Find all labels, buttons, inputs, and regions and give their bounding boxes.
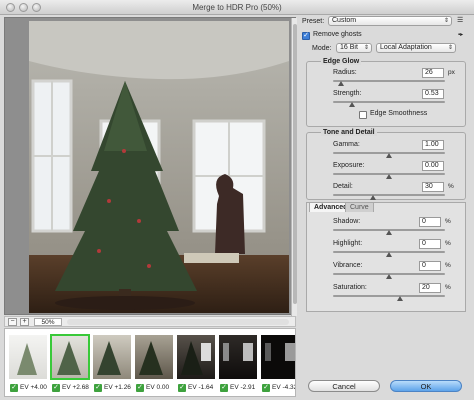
highlight-unit: % <box>445 240 451 247</box>
minimize-window-icon[interactable] <box>19 3 28 12</box>
strength-label: Strength: <box>333 90 362 97</box>
settings-menu-icon[interactable]: ▪▸ <box>458 31 463 38</box>
zoom-out-button[interactable]: − <box>8 318 17 326</box>
detail-slider-track[interactable] <box>333 194 445 196</box>
ev-label: EV +1.26 <box>104 384 131 391</box>
source-thumbnail-selected[interactable]: ✓ EV +2.68 <box>50 333 90 395</box>
highlight-label: Highlight: <box>333 240 363 247</box>
advanced-curve-panel: Advanced Curve Shadow: 0 % Highlight: 0 … <box>306 202 466 312</box>
saturation-slider-track[interactable] <box>333 295 445 297</box>
zoom-controls: − + 50% <box>4 316 296 327</box>
radius-slider-handle[interactable] <box>338 81 344 86</box>
include-checkbox[interactable]: ✓ <box>94 384 102 392</box>
shadow-label: Shadow: <box>333 218 361 225</box>
tone-detail-group: Tone and Detail Gamma: 1.00 Exposure: 0.… <box>306 129 466 200</box>
bit-depth-dropdown[interactable]: 16 Bit ⇕ <box>336 43 372 53</box>
zoom-window-icon[interactable] <box>32 3 41 12</box>
source-thumbnail[interactable]: ✓ EV +1.26 <box>93 333 131 395</box>
ok-button[interactable]: OK <box>390 380 462 392</box>
image-preview-area <box>4 17 297 316</box>
preset-value: Custom <box>332 17 357 24</box>
include-checkbox[interactable]: ✓ <box>136 384 144 392</box>
strength-slider-handle[interactable] <box>349 102 355 107</box>
tab-curve[interactable]: Curve <box>345 202 374 212</box>
zoom-level-field[interactable]: 50% <box>34 318 62 326</box>
gamma-label: Gamma: <box>333 141 360 148</box>
bit-depth-value: 16 Bit <box>340 44 358 51</box>
vibrance-label: Vibrance: <box>333 262 363 269</box>
ev-label: EV +4.00 <box>20 384 47 391</box>
hdr-method-value: Local Adaptation <box>380 44 432 51</box>
ev-label: EV -2.91 <box>230 384 256 391</box>
radius-unit: px <box>448 69 455 76</box>
preview-horizontal-scrollbar[interactable] <box>67 319 289 325</box>
detail-unit: % <box>448 183 454 190</box>
window-titlebar: Merge to HDR Pro (50%) <box>0 0 474 15</box>
ev-label: EV +2.68 <box>62 384 89 391</box>
dialog-body: − + 50% ✓ EV +4.00 ✓ EV +2.68 ✓ EV +1.26… <box>0 15 474 400</box>
edge-glow-group: Edge Glow Radius: 26 px Strength: 0.53 E… <box>306 58 466 127</box>
vibrance-unit: % <box>445 262 451 269</box>
edge-glow-title: Edge Glow <box>321 58 362 65</box>
exposure-input[interactable]: 0.00 <box>422 161 444 171</box>
source-thumbnail[interactable]: ✓ EV -2.91 <box>219 333 257 395</box>
preset-label: Preset: <box>302 18 325 25</box>
saturation-unit: % <box>445 284 451 291</box>
ev-label: EV 0.00 <box>146 384 170 391</box>
include-checkbox[interactable]: ✓ <box>262 384 270 392</box>
strength-input[interactable]: 0.53 <box>422 89 444 99</box>
source-thumbnail[interactable]: ✓ EV -4.32 <box>261 333 296 395</box>
detail-label: Detail: <box>333 183 353 190</box>
cancel-button[interactable]: Cancel <box>308 380 380 392</box>
ev-label: EV -4.32 <box>272 384 296 391</box>
source-thumbnail[interactable]: ✓ EV 0.00 <box>135 333 173 395</box>
saturation-slider-handle[interactable] <box>397 296 403 301</box>
remove-ghosts-checkbox[interactable]: ✓ <box>302 32 310 40</box>
saturation-label: Saturation: <box>333 284 367 291</box>
settings-panel: Preset: Custom ⇕ ☰ ✓ Remove ghosts ▪▸ Mo… <box>302 15 470 400</box>
christmas-tree-room-illustration <box>29 21 289 313</box>
include-checkbox[interactable]: ✓ <box>52 384 60 392</box>
hdr-preview-image <box>29 21 289 313</box>
tone-detail-title: Tone and Detail <box>321 129 377 136</box>
dropdown-arrows-icon: ⇕ <box>443 18 449 24</box>
saturation-input[interactable]: 20 <box>419 283 441 293</box>
preset-dropdown[interactable]: Custom ⇕ <box>328 16 452 26</box>
shadow-unit: % <box>445 218 451 225</box>
gamma-input[interactable]: 1.00 <box>422 140 444 150</box>
exposure-label: Exposure: <box>333 162 365 169</box>
window-title: Merge to HDR Pro (50%) <box>192 3 282 12</box>
include-checkbox[interactable]: ✓ <box>178 384 186 392</box>
radius-input[interactable]: 26 <box>422 68 444 78</box>
highlight-input[interactable]: 0 <box>419 239 441 249</box>
source-images-filmstrip: ✓ EV +4.00 ✓ EV +2.68 ✓ EV +1.26 ✓ EV 0.… <box>4 328 296 397</box>
include-checkbox[interactable]: ✓ <box>220 384 228 392</box>
ev-label: EV -1.64 <box>188 384 214 391</box>
gamma-slider-handle[interactable] <box>386 153 392 158</box>
edge-smoothness-checkbox[interactable] <box>359 111 367 119</box>
close-window-icon[interactable] <box>6 3 15 12</box>
remove-ghosts-label: Remove ghosts <box>313 31 362 38</box>
exposure-slider-handle[interactable] <box>386 174 392 179</box>
mode-label: Mode: <box>312 45 332 52</box>
detail-slider-handle[interactable] <box>370 195 376 200</box>
vibrance-input[interactable]: 0 <box>419 261 441 271</box>
vibrance-slider-handle[interactable] <box>386 274 392 279</box>
shadow-slider-handle[interactable] <box>386 230 392 235</box>
source-thumbnail[interactable]: ✓ EV -1.64 <box>177 333 215 395</box>
zoom-in-button[interactable]: + <box>20 318 29 326</box>
radius-label: Radius: <box>333 69 357 76</box>
highlight-slider-handle[interactable] <box>386 252 392 257</box>
hdr-method-dropdown[interactable]: Local Adaptation ⇕ <box>376 43 456 53</box>
edge-smoothness-label: Edge Smoothness <box>370 110 428 117</box>
preset-menu-icon[interactable]: ☰ <box>457 16 463 24</box>
include-checkbox[interactable]: ✓ <box>10 384 18 392</box>
preview-vertical-scrollbar[interactable] <box>291 18 297 316</box>
shadow-input[interactable]: 0 <box>419 217 441 227</box>
radius-slider-track[interactable] <box>333 80 445 82</box>
dropdown-arrows-icon: ⇕ <box>363 45 369 51</box>
dropdown-arrows-icon: ⇕ <box>447 45 453 51</box>
detail-input[interactable]: 30 <box>422 182 444 192</box>
source-thumbnail[interactable]: ✓ EV +4.00 <box>9 333 47 395</box>
